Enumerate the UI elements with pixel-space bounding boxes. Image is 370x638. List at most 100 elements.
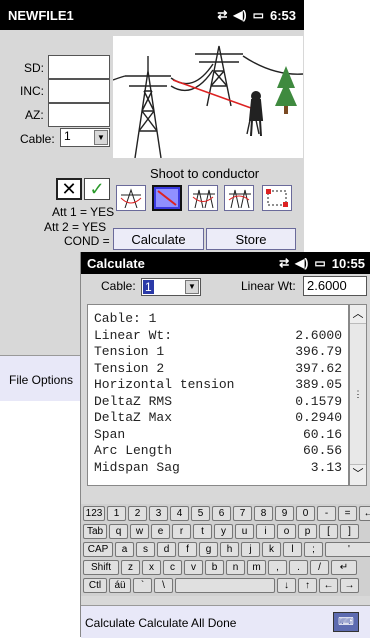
key-↓[interactable]: ↓ xyxy=(277,578,296,593)
calculate-button[interactable]: Calculate xyxy=(113,228,204,250)
connectivity-icon[interactable]: ⇄ xyxy=(217,8,227,22)
key-'[interactable]: ' xyxy=(325,542,370,557)
front-clock[interactable]: 10:55 xyxy=(332,256,365,271)
shoot-tower-left-button[interactable] xyxy=(116,185,146,211)
front-title-bar: Calculate ⇄ ◀) ▭ 10:55 xyxy=(81,252,370,274)
key-p[interactable]: p xyxy=(298,524,317,539)
key-↑[interactable]: ↑ xyxy=(298,578,317,593)
key-[[interactable]: [ xyxy=(319,524,338,539)
cable-select[interactable]: 1 ▼ xyxy=(60,128,110,147)
linear-wt-input[interactable]: 2.6000 xyxy=(303,276,367,296)
key-\[interactable]: \ xyxy=(154,578,173,593)
result-label: Horizontal tension xyxy=(94,377,235,392)
key-k[interactable]: k xyxy=(262,542,281,557)
key-123[interactable]: 123 xyxy=(83,506,105,521)
scroll-down-icon[interactable]: ﹀ xyxy=(350,465,366,483)
key-9[interactable]: 9 xyxy=(275,506,294,521)
key-Shift[interactable]: Shift xyxy=(83,560,119,575)
key-o[interactable]: o xyxy=(277,524,296,539)
key-CAP[interactable]: CAP xyxy=(83,542,113,557)
key-s[interactable]: s xyxy=(136,542,155,557)
key-0[interactable]: 0 xyxy=(296,506,315,521)
key--[interactable]: - xyxy=(317,506,336,521)
chevron-down-icon[interactable]: ▼ xyxy=(94,130,108,145)
key-m[interactable]: m xyxy=(247,560,266,575)
result-row: Tension 1 396.79 xyxy=(94,344,342,361)
ok-button[interactable]: ✓ xyxy=(84,178,110,200)
shoot-conductor-button[interactable] xyxy=(152,185,182,211)
key-v[interactable]: v xyxy=(184,560,203,575)
key-.[interactable]: . xyxy=(289,560,308,575)
bottom-menu[interactable]: Calculate Calculate All Done xyxy=(85,616,236,630)
key-4[interactable]: 4 xyxy=(170,506,189,521)
key-l[interactable]: l xyxy=(283,542,302,557)
key-t[interactable]: t xyxy=(193,524,212,539)
store-button[interactable]: Store xyxy=(206,228,296,250)
battery-icon[interactable]: ▭ xyxy=(253,8,264,22)
key-5[interactable]: 5 xyxy=(191,506,210,521)
shoot-points-button[interactable] xyxy=(262,185,292,211)
key-←[interactable]: ← xyxy=(359,506,370,521)
key-a[interactable]: a xyxy=(115,542,134,557)
scroll-up-icon[interactable]: ︿ xyxy=(350,305,366,323)
key-Ctl[interactable]: Ctl xyxy=(83,578,107,593)
cancel-button[interactable]: ✕ xyxy=(56,178,82,200)
key-áü[interactable]: áü xyxy=(109,578,131,593)
key-][interactable]: ] xyxy=(340,524,359,539)
key-x[interactable]: x xyxy=(142,560,161,575)
az-field[interactable] xyxy=(48,103,110,127)
sd-field[interactable] xyxy=(48,55,110,79)
key-↵[interactable]: ↵ xyxy=(331,560,357,575)
key-Tab[interactable]: Tab xyxy=(83,524,107,539)
shoot-span-alt-button[interactable] xyxy=(224,185,254,211)
key-b[interactable]: b xyxy=(205,560,224,575)
key-h[interactable]: h xyxy=(220,542,239,557)
keyboard-toggle-icon[interactable]: ⌨ xyxy=(333,612,359,632)
key-;[interactable]: ; xyxy=(304,542,323,557)
points-icon xyxy=(266,189,288,207)
key-←[interactable]: ← xyxy=(319,578,338,593)
key-u[interactable]: u xyxy=(235,524,254,539)
key-y[interactable]: y xyxy=(214,524,233,539)
file-options-menu[interactable]: File Options xyxy=(9,373,73,387)
key-n[interactable]: n xyxy=(226,560,245,575)
battery-icon[interactable]: ▭ xyxy=(314,256,325,270)
key-3[interactable]: 3 xyxy=(149,506,168,521)
back-clock[interactable]: 6:53 xyxy=(270,8,296,23)
result-row: DeltaZ Max 0.2940 xyxy=(94,410,342,427)
key-7[interactable]: 7 xyxy=(233,506,252,521)
connectivity-icon[interactable]: ⇄ xyxy=(279,256,289,270)
key-`[interactable]: ` xyxy=(133,578,152,593)
results-scrollbar[interactable]: ︿ ⋮ ﹀ xyxy=(349,304,367,486)
volume-icon[interactable]: ◀) xyxy=(233,8,246,22)
key-6[interactable]: 6 xyxy=(212,506,231,521)
front-cable-select[interactable]: 1 ▼ xyxy=(141,278,201,296)
key-→[interactable]: → xyxy=(340,578,359,593)
key-=[interactable]: = xyxy=(338,506,357,521)
key-8[interactable]: 8 xyxy=(254,506,273,521)
key-/[interactable]: / xyxy=(310,560,329,575)
key-q[interactable]: q xyxy=(109,524,128,539)
key-e[interactable]: e xyxy=(151,524,170,539)
result-row: Cable: 1 xyxy=(94,311,342,328)
key-z[interactable]: z xyxy=(121,560,140,575)
shoot-span-button[interactable] xyxy=(188,185,218,211)
inc-field[interactable] xyxy=(48,79,110,103)
back-menu-bar: File Options xyxy=(0,355,80,401)
key-w[interactable]: w xyxy=(130,524,149,539)
chevron-down-icon[interactable]: ▼ xyxy=(185,280,199,294)
key-f[interactable]: f xyxy=(178,542,197,557)
key-,[interactable]: , xyxy=(268,560,287,575)
key-space[interactable] xyxy=(175,578,275,593)
key-d[interactable]: d xyxy=(157,542,176,557)
key-2[interactable]: 2 xyxy=(128,506,147,521)
results-list[interactable]: Cable: 1 Linear Wt: 2.6000 Tension 1 396.79 T… xyxy=(87,304,349,486)
key-1[interactable]: 1 xyxy=(107,506,126,521)
volume-icon[interactable]: ◀) xyxy=(295,256,308,270)
scroll-thumb[interactable]: ⋮ xyxy=(350,323,366,465)
key-c[interactable]: c xyxy=(163,560,182,575)
key-r[interactable]: r xyxy=(172,524,191,539)
key-g[interactable]: g xyxy=(199,542,218,557)
key-i[interactable]: i xyxy=(256,524,275,539)
key-j[interactable]: j xyxy=(241,542,260,557)
